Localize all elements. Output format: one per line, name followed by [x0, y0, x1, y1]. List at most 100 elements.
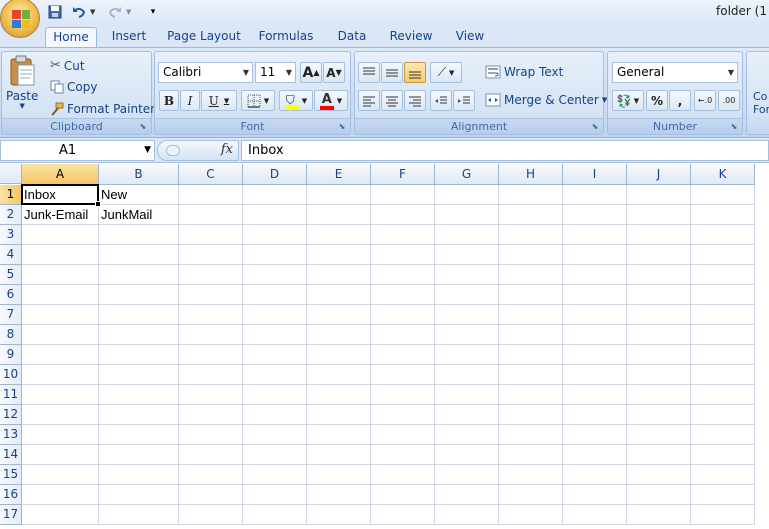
cell-h5[interactable] [499, 265, 563, 285]
cell-j11[interactable] [627, 385, 691, 405]
cell-g6[interactable] [435, 285, 499, 305]
cell-g4[interactable] [435, 245, 499, 265]
align-middle-button[interactable] [381, 62, 403, 83]
cell-d7[interactable] [243, 305, 307, 325]
cell-g1[interactable] [435, 185, 499, 205]
cell-f5[interactable] [371, 265, 435, 285]
cell-d12[interactable] [243, 405, 307, 425]
align-bottom-button[interactable] [404, 62, 426, 83]
cell-k6[interactable] [691, 285, 755, 305]
customize-qat-icon[interactable]: ▾ [144, 3, 162, 21]
cell-k12[interactable] [691, 405, 755, 425]
column-header-f[interactable]: F [371, 164, 435, 185]
borders-button[interactable]: ▼ [241, 90, 275, 111]
cell-i14[interactable] [563, 445, 627, 465]
insert-function-icon[interactable]: fx [221, 142, 233, 157]
cell-b5[interactable] [99, 265, 179, 285]
cell-b8[interactable] [99, 325, 179, 345]
cell-a10[interactable] [22, 365, 99, 385]
cell-j10[interactable] [627, 365, 691, 385]
cell-f11[interactable] [371, 385, 435, 405]
cell-d6[interactable] [243, 285, 307, 305]
cell-e4[interactable] [307, 245, 371, 265]
cell-j3[interactable] [627, 225, 691, 245]
name-box-dropdown-icon[interactable]: ▼ [144, 141, 151, 160]
cell-k14[interactable] [691, 445, 755, 465]
cell-c1[interactable] [179, 185, 243, 205]
cell-i4[interactable] [563, 245, 627, 265]
cell-h9[interactable] [499, 345, 563, 365]
tab-view[interactable]: View [448, 27, 492, 47]
align-top-button[interactable] [358, 62, 380, 83]
cell-i16[interactable] [563, 485, 627, 505]
cell-j6[interactable] [627, 285, 691, 305]
tab-page-layout[interactable]: Page Layout [165, 27, 243, 47]
row-header-16[interactable]: 16 [0, 485, 22, 505]
cell-c3[interactable] [179, 225, 243, 245]
cell-k7[interactable] [691, 305, 755, 325]
cut-button[interactable]: ✂ Cut [50, 58, 85, 73]
cell-e15[interactable] [307, 465, 371, 485]
column-header-j[interactable]: J [627, 164, 691, 185]
cell-b9[interactable] [99, 345, 179, 365]
tab-data[interactable]: Data [330, 27, 374, 47]
cell-a15[interactable] [22, 465, 99, 485]
row-header-1[interactable]: 1 [0, 185, 22, 205]
bold-button[interactable]: B [159, 90, 179, 111]
cell-i12[interactable] [563, 405, 627, 425]
cell-g15[interactable] [435, 465, 499, 485]
cell-e17[interactable] [307, 505, 371, 525]
cell-c6[interactable] [179, 285, 243, 305]
cell-a1[interactable]: Inbox [22, 185, 99, 205]
cell-j2[interactable] [627, 205, 691, 225]
row-header-12[interactable]: 12 [0, 405, 22, 425]
row-header-11[interactable]: 11 [0, 385, 22, 405]
cell-f3[interactable] [371, 225, 435, 245]
cell-f10[interactable] [371, 365, 435, 385]
cell-a7[interactable] [22, 305, 99, 325]
cell-f1[interactable] [371, 185, 435, 205]
cell-j9[interactable] [627, 345, 691, 365]
cell-f16[interactable] [371, 485, 435, 505]
font-name-combo[interactable]: Calibri ▼ [158, 62, 253, 83]
cell-h17[interactable] [499, 505, 563, 525]
cell-k11[interactable] [691, 385, 755, 405]
cell-c10[interactable] [179, 365, 243, 385]
cell-b14[interactable] [99, 445, 179, 465]
row-header-6[interactable]: 6 [0, 285, 22, 305]
cell-j13[interactable] [627, 425, 691, 445]
row-header-17[interactable]: 17 [0, 505, 22, 525]
cell-j1[interactable] [627, 185, 691, 205]
cell-k9[interactable] [691, 345, 755, 365]
cell-f9[interactable] [371, 345, 435, 365]
cell-j12[interactable] [627, 405, 691, 425]
wrap-text-button[interactable]: Wrap Text [485, 65, 563, 79]
increase-indent-button[interactable] [453, 90, 475, 111]
cell-h11[interactable] [499, 385, 563, 405]
cell-c2[interactable] [179, 205, 243, 225]
number-launcher-icon[interactable]: ⬊ [729, 122, 739, 132]
percent-button[interactable]: % [646, 90, 668, 111]
undo-icon[interactable] [70, 3, 88, 21]
cell-b4[interactable] [99, 245, 179, 265]
cell-d2[interactable] [243, 205, 307, 225]
row-header-4[interactable]: 4 [0, 245, 22, 265]
column-header-k[interactable]: K [691, 164, 755, 185]
cell-i9[interactable] [563, 345, 627, 365]
formula-bar-grip-icon[interactable] [166, 145, 180, 156]
shrink-font-button[interactable]: A ▼ [323, 62, 345, 83]
row-header-8[interactable]: 8 [0, 325, 22, 345]
cell-j14[interactable] [627, 445, 691, 465]
row-header-9[interactable]: 9 [0, 345, 22, 365]
cell-k2[interactable] [691, 205, 755, 225]
cell-f14[interactable] [371, 445, 435, 465]
cell-a5[interactable] [22, 265, 99, 285]
cell-f8[interactable] [371, 325, 435, 345]
cell-h7[interactable] [499, 305, 563, 325]
cell-a9[interactable] [22, 345, 99, 365]
cell-i17[interactable] [563, 505, 627, 525]
cell-d14[interactable] [243, 445, 307, 465]
cell-d13[interactable] [243, 425, 307, 445]
row-header-3[interactable]: 3 [0, 225, 22, 245]
cell-j7[interactable] [627, 305, 691, 325]
